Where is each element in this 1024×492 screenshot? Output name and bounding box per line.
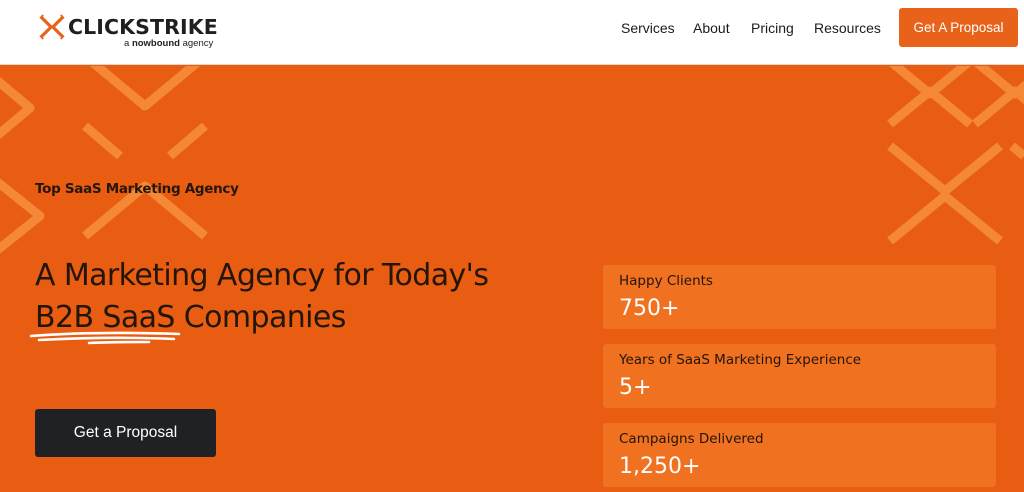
nav-item-about[interactable]: About [693, 19, 730, 37]
stat-label: Happy Clients [619, 273, 713, 289]
get-proposal-button[interactable]: Get a Proposal [35, 409, 216, 457]
scribble-underline [29, 331, 181, 345]
headline-line-2: Companies [174, 300, 347, 335]
nav-item-services[interactable]: Services [621, 19, 675, 37]
stat-card-experience: Years of SaaS Marketing Experience 5+ [603, 344, 996, 408]
get-proposal-header-button[interactable]: Get A Proposal [899, 8, 1018, 47]
hero-eyebrow: Top SaaS Marketing Agency [35, 181, 239, 197]
stat-card-campaigns: Campaigns Delivered 1,250+ [603, 423, 996, 487]
nav-item-resources[interactable]: Resources [814, 19, 881, 37]
site-header: CLICKSTRIKE a nowbound agency Services A… [0, 0, 1024, 65]
x-mark-icon [39, 14, 65, 40]
stat-label: Years of SaaS Marketing Experience [619, 352, 862, 368]
stat-value: 1,250+ [619, 454, 701, 479]
headline-line-1: A Marketing Agency for Today's [35, 258, 489, 293]
brand-name: CLICKSTRIKE [68, 15, 218, 39]
hero-headline: A Marketing Agency for Today's B2B SaaS … [29, 255, 489, 345]
stat-value: 5+ [619, 375, 652, 400]
brand-tagline: a nowbound agency [124, 38, 214, 49]
stat-card-happy-clients: Happy Clients 750+ [603, 265, 996, 329]
headline-highlight: B2B SaaS [29, 297, 181, 345]
stat-label: Campaigns Delivered [619, 431, 764, 447]
nav-item-pricing[interactable]: Pricing [751, 19, 794, 37]
brand-logo[interactable]: CLICKSTRIKE a nowbound agency [37, 12, 218, 52]
hero-section: Top SaaS Marketing Agency A Marketing Ag… [0, 66, 1024, 492]
stat-value: 750+ [619, 296, 680, 321]
